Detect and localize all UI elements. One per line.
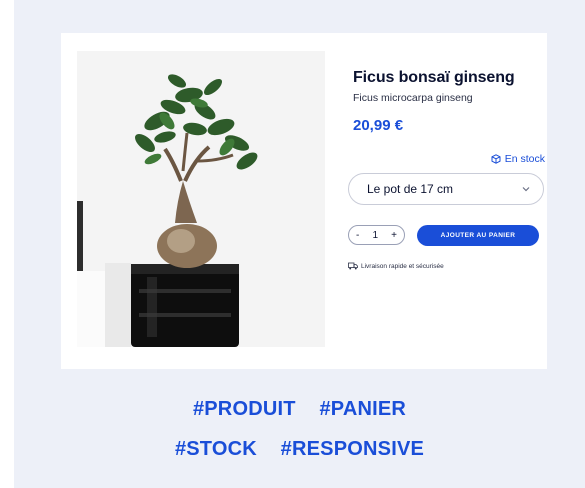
product-price: 20,99 € [353, 117, 404, 134]
size-select-value: Le pot de 17 cm [367, 182, 454, 196]
bonsai-photo [77, 51, 325, 347]
truck-icon [348, 262, 358, 270]
quantity-decrement-button[interactable]: - [356, 230, 359, 241]
size-select[interactable]: Le pot de 17 cm [348, 173, 544, 205]
hashtag-produit: #PRODUIT [192, 398, 296, 420]
product-title: Ficus bonsaï ginseng [353, 69, 515, 86]
quantity-increment-button[interactable]: + [391, 230, 397, 241]
delivery-note-text: Livraison rapide et sécurisée [361, 262, 444, 270]
page: Ficus bonsaï ginseng Ficus microcarpa gi… [0, 0, 585, 488]
hashtags-line-1: #PRODUIT #PANIER [14, 398, 585, 421]
quantity-stepper[interactable]: - 1 + [348, 225, 405, 245]
hashtag-panier: #PANIER [319, 398, 407, 420]
delivery-note: Livraison rapide et sécurisée [348, 262, 444, 270]
stock-label: En stock [504, 153, 545, 165]
product-card: Ficus bonsaï ginseng Ficus microcarpa gi… [61, 33, 547, 369]
hashtags-line-2: #STOCK #RESPONSIVE [14, 438, 585, 461]
hashtag-responsive: #RESPONSIVE [280, 438, 425, 460]
chevron-down-icon [522, 187, 530, 192]
stock-status: En stock [491, 153, 545, 165]
box-icon [491, 154, 501, 164]
product-subtitle: Ficus microcarpa ginseng [353, 92, 473, 104]
quantity-value: 1 [372, 229, 379, 241]
product-image [77, 51, 325, 347]
hashtag-stock: #STOCK [174, 438, 257, 460]
add-to-cart-button[interactable]: AJOUTER AU PANIER [417, 225, 539, 246]
